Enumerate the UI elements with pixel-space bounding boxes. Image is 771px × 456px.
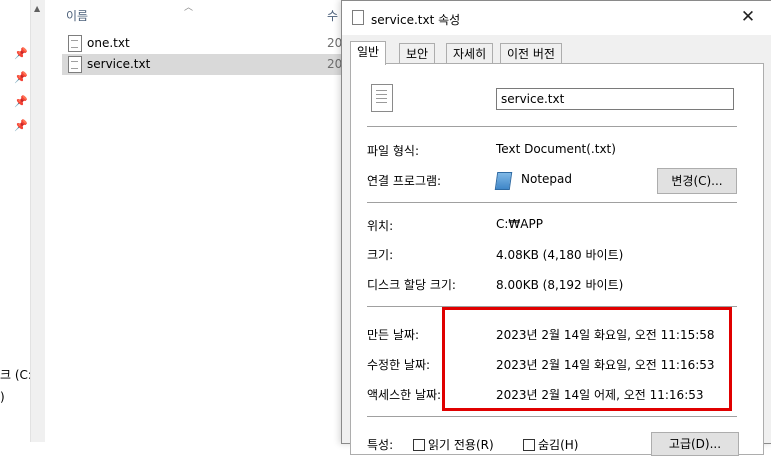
column-header-date[interactable]: 수 xyxy=(327,7,338,24)
location-value: C:₩APP xyxy=(496,217,543,231)
navigation-scrollbar[interactable]: ▲ xyxy=(30,0,45,442)
column-header-name[interactable]: 이름 xyxy=(66,7,88,24)
change-button[interactable]: 변경(C)... xyxy=(657,168,737,194)
hidden-checkbox[interactable] xyxy=(523,439,535,451)
navigation-pane: 📌 📌 📌 📌 크 (C:) ) xyxy=(0,0,37,442)
notepad-icon xyxy=(494,172,513,190)
file-row[interactable]: one.txt 20 xyxy=(62,33,352,54)
modified-value: 2023년 2월 14일 화요일, 오전 11:16:53 xyxy=(496,358,715,372)
text-file-icon xyxy=(68,56,82,73)
document-icon xyxy=(371,84,393,112)
close-button[interactable]: ✕ xyxy=(738,7,758,27)
divider xyxy=(367,306,737,307)
open-with-value: Notepad xyxy=(521,172,572,186)
tab-previous-versions[interactable]: 이전 버전 xyxy=(500,43,562,64)
pin-icon[interactable]: 📌 xyxy=(14,71,28,84)
text-file-icon xyxy=(68,35,82,52)
file-name: service.txt xyxy=(87,57,151,71)
pin-icon[interactable]: 📌 xyxy=(14,119,28,132)
accessed-value: 2023년 2월 14일 어제, 오전 11:16:53 xyxy=(496,388,704,402)
dialog-title: service.txt 속성 xyxy=(371,13,461,27)
readonly-checkbox[interactable] xyxy=(413,439,425,451)
divider xyxy=(367,202,737,203)
accessed-label: 액세스한 날짜: xyxy=(367,388,442,402)
general-tab-panel: 파일 형식: Text Document(.txt) 연결 프로그램: Note… xyxy=(350,63,764,456)
attributes-label: 특성: xyxy=(367,438,394,452)
file-row-selected[interactable]: service.txt 20 xyxy=(62,54,352,75)
created-value: 2023년 2월 14일 화요일, 오전 11:15:58 xyxy=(496,328,715,342)
file-name: one.txt xyxy=(87,36,130,50)
file-name-input[interactable] xyxy=(496,88,734,110)
properties-dialog: service.txt 속성 ✕ 일반 보안 자세히 이전 버전 파일 형식: … xyxy=(341,0,771,456)
advanced-button[interactable]: 고급(D)... xyxy=(651,432,739,456)
size-label: 크기: xyxy=(367,248,394,262)
location-label: 위치: xyxy=(367,219,394,233)
size-value: 4.08KB (4,180 바이트) xyxy=(496,248,624,262)
text-file-icon xyxy=(352,10,364,25)
file-type-label: 파일 형식: xyxy=(367,144,420,158)
file-date: 20 xyxy=(327,57,343,71)
file-date: 20 xyxy=(327,36,343,50)
divider xyxy=(367,126,737,127)
tab-details[interactable]: 자세히 xyxy=(446,43,494,64)
drive-label-fragment[interactable]: ) xyxy=(0,390,5,404)
disk-size-value: 8.00KB (8,192 바이트) xyxy=(496,278,624,292)
tab-general[interactable]: 일반 xyxy=(350,41,387,65)
disk-size-label: 디스크 할당 크기: xyxy=(367,278,456,292)
divider xyxy=(367,416,737,417)
pin-icon[interactable]: 📌 xyxy=(14,95,28,108)
modified-label: 수정한 날짜: xyxy=(367,358,431,372)
open-with-label: 연결 프로그램: xyxy=(367,174,442,188)
hidden-label[interactable]: 숨김(H) xyxy=(538,436,578,453)
file-type-value: Text Document(.txt) xyxy=(496,142,616,156)
tab-security[interactable]: 보안 xyxy=(399,43,436,64)
pin-icon[interactable]: 📌 xyxy=(14,47,28,60)
dialog-titlebar[interactable]: service.txt 속성 ✕ xyxy=(342,1,771,35)
sort-caret-icon: ︿ xyxy=(184,3,194,13)
scroll-up-icon[interactable]: ▲ xyxy=(34,4,40,13)
readonly-label[interactable]: 읽기 전용(R) xyxy=(428,436,494,453)
created-label: 만든 날짜: xyxy=(367,328,420,342)
